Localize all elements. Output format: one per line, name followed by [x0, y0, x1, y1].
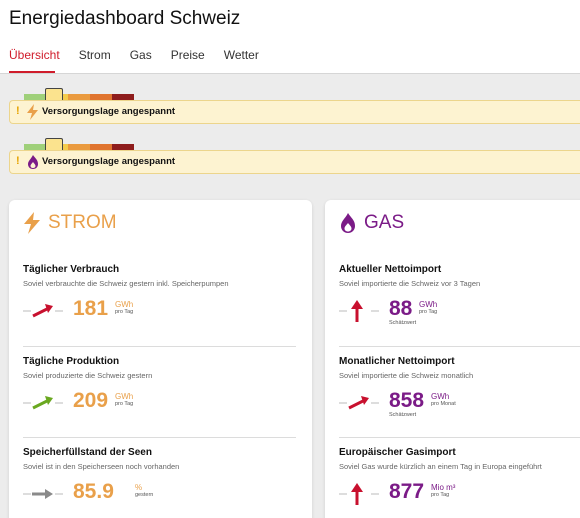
kpi-daily-consumption[interactable]: Täglicher Verbrauch Soviel verbrauchte d…	[23, 264, 229, 328]
kpi-european-gas-import[interactable]: Europäischer Gasimport Soviel Gas wurde …	[339, 447, 542, 511]
lightning-icon	[24, 212, 40, 234]
kpi-title: Täglicher Verbrauch	[23, 264, 120, 275]
trend-arrow-up-icon	[23, 396, 63, 410]
lightning-icon	[27, 104, 38, 120]
kpi-unit-period: pro Tag	[431, 492, 450, 498]
kpi-unit-period: gestern	[135, 492, 154, 498]
kpi-title: Aktueller Nettoimport	[339, 264, 442, 275]
kpi-value: 85.9	[73, 480, 114, 503]
alert-gas[interactable]: ! Versorgungslage angespannt	[9, 150, 580, 174]
trend-arrow-flat-icon	[23, 489, 63, 499]
gas-flame-icon	[28, 155, 38, 169]
trend-arrow-up-icon	[339, 396, 379, 410]
tab-strom[interactable]: Strom	[79, 48, 111, 62]
kpi-unit-period: pro Tag	[115, 309, 134, 315]
kpi-subtitle: Soviel Gas wurde kürzlich an einem Tag i…	[339, 462, 542, 471]
warning-icon: !	[16, 105, 20, 117]
kpi-value: 877	[389, 480, 425, 503]
tab-preise[interactable]: Preise	[171, 48, 205, 62]
strom-card-header: STROM	[23, 212, 117, 234]
kpi-unit: Mio m³	[431, 483, 456, 492]
trend-arrow-strong-up-icon	[339, 300, 379, 322]
kpi-subtitle: Soviel produzierte die Schweiz gestern	[23, 371, 153, 380]
alert-text: Versorgungslage angespannt	[42, 106, 176, 117]
tab-wetter[interactable]: Wetter	[224, 48, 259, 62]
kpi-unit-period: pro Tag	[115, 401, 134, 407]
gas-card[interactable]: GAS Aktueller Nettoimport Soviel importi…	[325, 200, 580, 518]
kpi-unit: GWh	[419, 300, 438, 309]
page-title: Energiedashboard Schweiz	[9, 8, 241, 29]
kpi-subtitle: Soviel importierte die Schweiz vor 3 Tag…	[339, 279, 481, 288]
kpi-unit: GWh	[115, 392, 134, 401]
divider	[23, 346, 296, 347]
kpi-monthly-net-import[interactable]: Monatlicher Nettoimport Soviel importier…	[339, 356, 473, 420]
divider	[339, 437, 580, 438]
header: Energiedashboard Schweiz Übersicht Strom…	[0, 0, 580, 74]
divider	[23, 437, 296, 438]
alert-strom[interactable]: ! Versorgungslage angespannt	[9, 100, 580, 124]
kpi-estimate-note: Schätzwert	[389, 412, 417, 418]
kpi-unit-period: pro Monat	[431, 401, 456, 407]
kpi-value: 209	[73, 389, 109, 412]
gas-flame-icon	[341, 213, 355, 233]
kpi-subtitle: Soviel ist in den Speicherseen noch vorh…	[23, 462, 180, 471]
gas-card-title: GAS	[364, 212, 405, 233]
kpi-daily-production[interactable]: Tägliche Produktion Soviel produzierte d…	[23, 356, 152, 420]
kpi-unit: %	[135, 483, 143, 492]
kpi-value: 88	[389, 297, 413, 320]
strom-card-title: STROM	[48, 212, 117, 233]
kpi-title: Tägliche Produktion	[23, 356, 120, 367]
kpi-subtitle: Soviel verbrauchte die Schweiz gestern i…	[23, 279, 229, 288]
warning-icon: !	[16, 155, 20, 167]
tab-bar: Übersicht Strom Gas Preise Wetter	[9, 48, 278, 62]
trend-arrow-strong-up-icon	[339, 483, 379, 505]
divider	[339, 346, 580, 347]
tab-gas[interactable]: Gas	[130, 48, 152, 62]
kpi-value: 181	[73, 297, 109, 320]
kpi-unit: GWh	[115, 300, 134, 309]
kpi-reservoir-level[interactable]: Speicherfüllstand der Seen Soviel ist in…	[23, 447, 179, 511]
strom-card[interactable]: STROM Täglicher Verbrauch Soviel verbrau…	[9, 200, 312, 518]
trend-arrow-up-icon	[23, 304, 63, 318]
gas-card-header: GAS	[339, 212, 404, 234]
kpi-subtitle: Soviel importierte die Schweiz monatlich	[339, 371, 474, 380]
kpi-title: Monatlicher Nettoimport	[339, 356, 455, 367]
tab-uebersicht[interactable]: Übersicht	[9, 48, 60, 62]
kpi-unit-period: pro Tag	[419, 309, 438, 315]
active-tab-indicator	[9, 71, 55, 73]
kpi-title: Europäischer Gasimport	[339, 447, 456, 458]
kpi-estimate-note: Schätzwert	[389, 320, 417, 326]
kpi-title: Speicherfüllstand der Seen	[23, 447, 152, 458]
kpi-unit: GWh	[431, 392, 450, 401]
kpi-current-net-import[interactable]: Aktueller Nettoimport Soviel importierte…	[339, 264, 480, 328]
alert-text: Versorgungslage angespannt	[42, 156, 176, 167]
kpi-value: 858	[389, 389, 425, 412]
